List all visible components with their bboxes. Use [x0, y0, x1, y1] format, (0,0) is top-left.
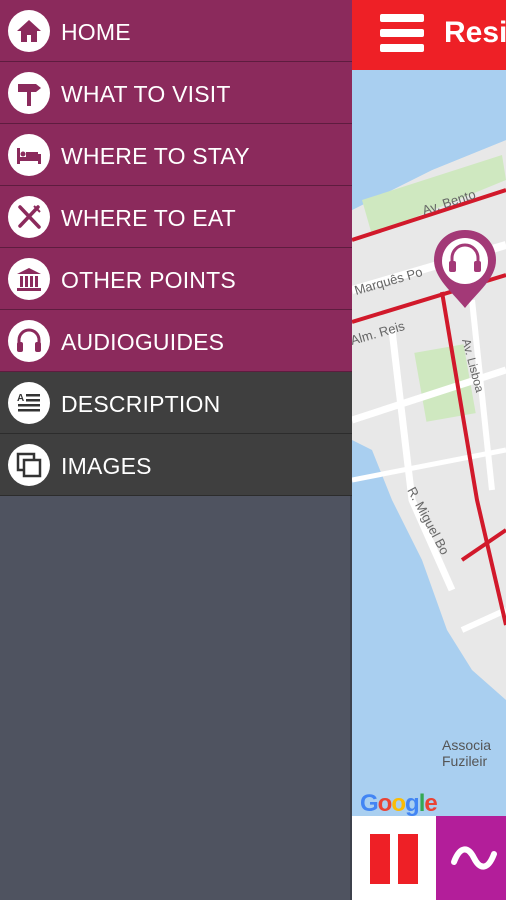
menu-item-home[interactable]: HOME — [0, 0, 352, 62]
hamburger-menu-icon[interactable] — [380, 14, 424, 54]
pause-icon — [370, 834, 390, 884]
menu-item-where-to-stay[interactable]: WHERE TO STAY — [0, 124, 352, 186]
player-bar — [352, 816, 506, 900]
menu-item-other-points[interactable]: OTHER POINTS — [0, 248, 352, 310]
poi-label: Associa — [442, 737, 491, 753]
menu-item-images[interactable]: IMAGES — [0, 434, 352, 496]
menu-item-audioguides[interactable]: AUDIOGUIDES — [0, 310, 352, 372]
google-logo: Google — [360, 790, 438, 816]
fork-knife-icon — [8, 196, 50, 238]
images-icon — [8, 444, 50, 486]
audio-wave-button[interactable] — [436, 816, 506, 900]
app-title: Resis — [444, 16, 506, 49]
sound-wave-icon — [451, 846, 497, 870]
navigation-drawer: HOME WHAT TO VISIT WHERE TO STAY WHERE T… — [0, 0, 352, 900]
map-canvas: Av. Bento Marquês Po Alm. Reis Av. Lisbo… — [352, 70, 506, 816]
headphones-icon — [8, 320, 50, 362]
menu-item-label: WHERE TO STAY — [61, 143, 250, 169]
menu-item-label: DESCRIPTION — [61, 391, 221, 417]
landmark-icon — [8, 258, 50, 300]
text-document-icon: A — [8, 382, 50, 424]
menu-item-label: OTHER POINTS — [61, 267, 236, 293]
main-app: Resis Av. Bento Marquês Po — [352, 0, 506, 900]
menu-item-where-to-eat[interactable]: WHERE TO EAT — [0, 186, 352, 248]
map-view[interactable]: Av. Bento Marquês Po Alm. Reis Av. Lisbo… — [352, 70, 506, 816]
menu-item-label: HOME — [61, 19, 131, 45]
poi-label: Fuzileir — [442, 753, 487, 769]
bed-icon — [8, 134, 50, 176]
menu-item-label: AUDIOGUIDES — [61, 329, 225, 355]
pause-button[interactable] — [352, 816, 436, 900]
home-icon — [8, 10, 50, 52]
menu-item-description[interactable]: A DESCRIPTION — [0, 372, 352, 434]
menu-item-what-to-visit[interactable]: WHAT TO VISIT — [0, 62, 352, 124]
menu-item-label: WHERE TO EAT — [61, 205, 236, 231]
signpost-icon — [8, 72, 50, 114]
menu-item-label: WHAT TO VISIT — [61, 81, 231, 107]
svg-text:A: A — [17, 393, 24, 404]
app-bar: Resis — [352, 0, 506, 70]
menu-item-label: IMAGES — [61, 453, 152, 479]
